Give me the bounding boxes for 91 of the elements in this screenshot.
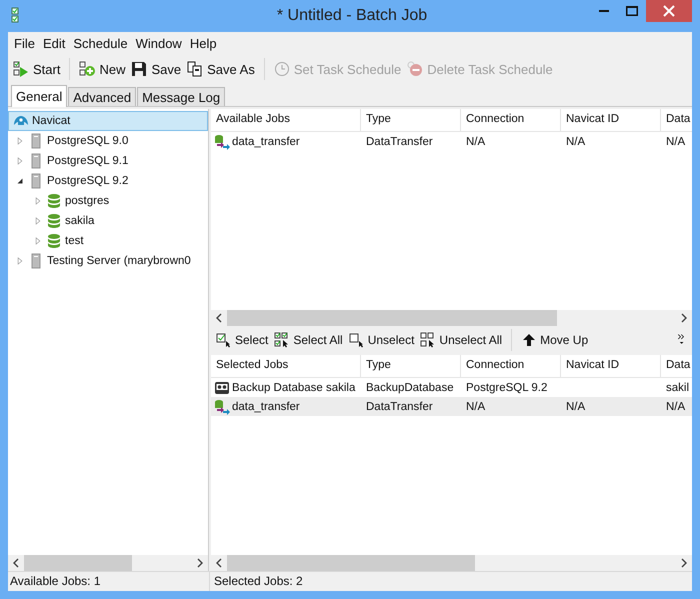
select-all-icon — [274, 332, 290, 348]
column-header[interactable]: Type — [361, 354, 461, 376]
column-header[interactable]: Connection — [461, 109, 561, 131]
column-header[interactable]: Available Jobs — [211, 109, 361, 131]
transfer-icon — [214, 134, 230, 150]
toolbar-button[interactable]: Unselect — [346, 330, 418, 350]
tree-item[interactable]: test — [8, 231, 208, 251]
minimize-icon — [599, 10, 609, 12]
menu-item[interactable]: Edit — [38, 36, 70, 50]
table-cell: N/A — [666, 136, 686, 148]
scroll-thumb[interactable] — [227, 555, 475, 571]
column-header[interactable]: Data — [661, 354, 692, 376]
tree-label: postgres — [65, 195, 110, 207]
tree-label: PostgreSQL 9.2 — [47, 175, 128, 187]
table-cell: PostgreSQL 9.2 — [466, 382, 548, 394]
table-row[interactable]: Backup Database sakila BackupDatabase PostgreSQL 9.2 sakil — [211, 378, 692, 396]
tab[interactable]: Advanced — [68, 87, 136, 106]
tree-item[interactable]: PostgreSQL 9.2 — [8, 171, 208, 191]
column-header[interactable]: Data — [661, 109, 692, 131]
clock-icon — [274, 61, 290, 77]
status-text: Selected Jobs: 2 — [213, 573, 304, 590]
select-icon — [216, 332, 232, 348]
table-cell: N/A — [466, 400, 486, 412]
scroll-thumb[interactable] — [227, 310, 557, 326]
transfer-icon — [214, 398, 230, 414]
selected-row[interactable]: data_transfer DataTransfer N/A N/A N/A — [211, 396, 692, 416]
menu-item[interactable]: Help — [186, 36, 221, 50]
tree-item[interactable]: PostgreSQL 9.0 — [8, 131, 208, 151]
horizontal-scrollbar[interactable] — [8, 555, 208, 571]
toolbar-button[interactable]: Save — [128, 59, 184, 79]
table-cell: BackupDatabase — [366, 382, 454, 394]
window-title: * Untitled - Batch Job — [276, 7, 428, 25]
tape-icon — [214, 380, 230, 396]
menu-item[interactable]: Schedule — [69, 36, 132, 50]
toolbar-button[interactable]: Unselect All — [417, 330, 506, 350]
toolbar-button[interactable]: Start — [10, 59, 64, 79]
column-header[interactable]: Selected Jobs — [211, 354, 361, 376]
expanded-arrow-icon — [15, 176, 25, 186]
tree-label: PostgreSQL 9.0 — [47, 135, 128, 147]
toolbar-button[interactable]: New — [76, 59, 128, 79]
database-icon — [46, 213, 62, 229]
job-name: Backup Database sakila — [232, 382, 356, 394]
database-icon — [46, 193, 62, 209]
table-cell: N/A — [666, 400, 686, 412]
toolbar-button[interactable]: Move Up — [518, 330, 592, 350]
table-cell: DataTransfer — [366, 136, 433, 148]
column-header[interactable]: Navicat ID — [561, 354, 661, 376]
tree-item[interactable]: Navicat — [8, 111, 208, 131]
maximize-icon — [626, 6, 638, 16]
tree-label: sakila — [65, 215, 94, 227]
tree-item[interactable]: PostgreSQL 9.1 — [8, 151, 208, 171]
tree-label: PostgreSQL 9.1 — [47, 155, 128, 167]
column-header[interactable]: Type — [361, 109, 461, 131]
toolbar-button[interactable]: Select All — [271, 330, 346, 350]
toolbar-button[interactable]: Save As — [184, 59, 258, 79]
table-cell: DataTransfer — [366, 400, 433, 412]
status-text: Available Jobs: 1 — [8, 572, 210, 591]
table-cell: sakil — [666, 382, 690, 394]
menu-item[interactable]: File — [10, 36, 39, 50]
save-as-icon — [187, 61, 204, 77]
scroll-thumb[interactable] — [24, 555, 132, 571]
column-header[interactable]: Connection — [461, 354, 561, 376]
start-icon — [13, 61, 29, 77]
horizontal-scrollbar[interactable] — [211, 555, 692, 571]
tree-label: test — [65, 235, 84, 247]
table-cell: N/A — [466, 136, 486, 148]
unselect-icon — [348, 332, 365, 348]
menu-item[interactable]: Window — [132, 36, 186, 50]
up-arrow-icon — [521, 332, 538, 348]
job-name: data_transfer — [232, 400, 300, 412]
unselect-all-icon — [420, 332, 436, 348]
table-cell: N/A — [566, 400, 586, 412]
tree-label: Navicat — [32, 115, 70, 127]
tab[interactable]: Message Log — [137, 87, 226, 106]
horizontal-scrollbar[interactable] — [211, 310, 692, 326]
remove-schedule-icon — [407, 61, 424, 77]
tree-item[interactable]: sakila — [8, 211, 208, 231]
tree-item[interactable]: Testing Server (marybrown0 — [8, 251, 208, 271]
job-name: data_transfer — [232, 136, 300, 148]
close-icon — [663, 5, 675, 17]
new-icon — [79, 61, 96, 77]
table-cell: N/A — [566, 136, 586, 148]
save-icon — [131, 61, 148, 77]
database-icon — [46, 233, 62, 249]
tab[interactable]: General — [11, 85, 68, 107]
toolbar-button[interactable]: Select — [213, 330, 272, 350]
close-button[interactable] — [646, 0, 692, 22]
tree-item[interactable]: postgres — [8, 191, 208, 211]
table-row[interactable]: data_transfer DataTransfer N/A N/A N/A — [211, 132, 692, 151]
tree-label: Testing Server (marybrown0 — [47, 255, 191, 267]
column-header[interactable]: Navicat ID — [561, 109, 661, 131]
